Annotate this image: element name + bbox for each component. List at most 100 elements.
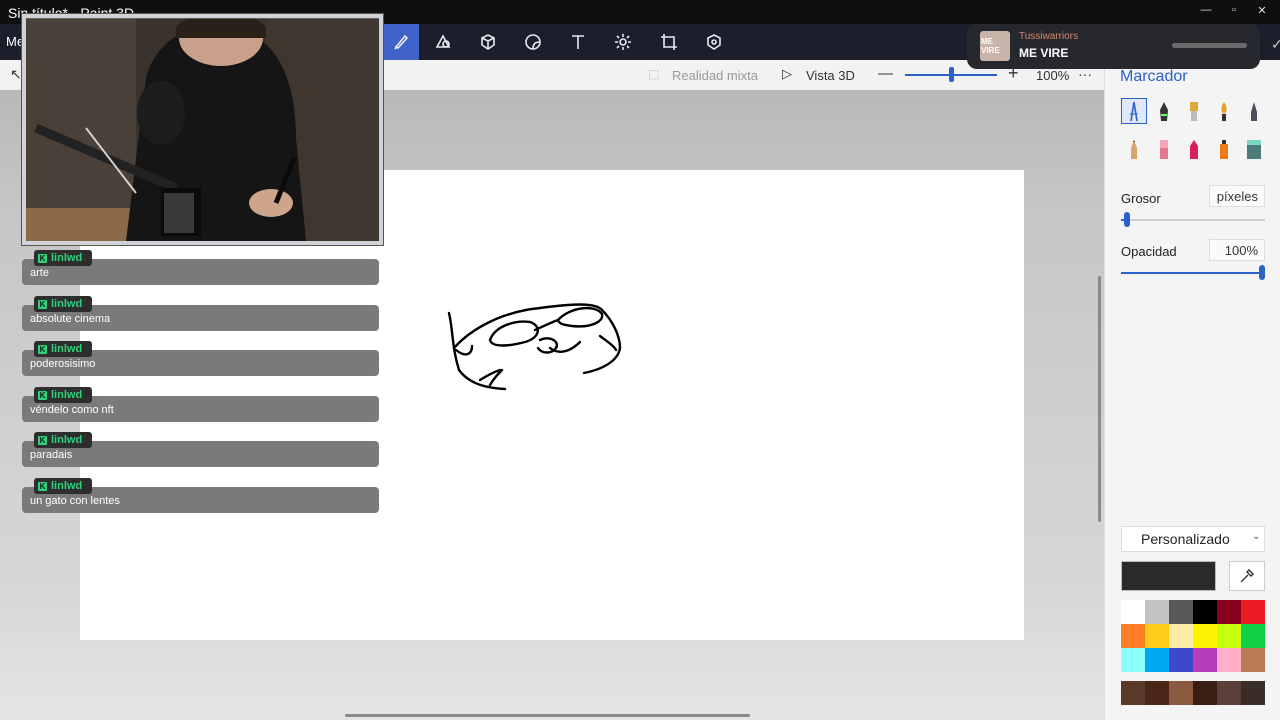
kick-icon: K bbox=[38, 345, 47, 355]
color-mode-dropdown[interactable]: Personalizado ⌄ bbox=[1121, 526, 1265, 552]
palette-swatch[interactable] bbox=[1169, 624, 1193, 648]
eraser-tool[interactable] bbox=[1151, 136, 1177, 162]
thickness-label: Grosor bbox=[1121, 191, 1161, 206]
palette-swatch[interactable] bbox=[1241, 600, 1265, 624]
close-icon[interactable]: ✕ bbox=[1252, 4, 1272, 18]
shapes-3d-tool[interactable] bbox=[470, 24, 506, 60]
mixed-reality-icon: ⬚ bbox=[648, 67, 660, 81]
palette-swatch[interactable] bbox=[1145, 624, 1169, 648]
chat-username: linlwd bbox=[51, 480, 83, 492]
now-playing-overlay: ME VIRE Tussiwarriors ME VIRE ✓ bbox=[967, 24, 1280, 69]
palette-swatch[interactable] bbox=[1193, 624, 1217, 648]
opacity-input[interactable]: 100% bbox=[1209, 239, 1265, 261]
palette-swatch[interactable] bbox=[1145, 600, 1169, 624]
spray-can-icon bbox=[1220, 140, 1228, 159]
kick-icon: K bbox=[38, 254, 47, 263]
thickness-slider-thumb[interactable] bbox=[1124, 212, 1130, 227]
effects-tool[interactable] bbox=[605, 24, 641, 60]
custom-color-swatch[interactable] bbox=[1217, 681, 1241, 705]
stickers-icon bbox=[525, 34, 541, 50]
calligraphy-pen-tool[interactable] bbox=[1151, 98, 1177, 124]
palette-swatch[interactable] bbox=[1241, 648, 1265, 672]
webcam-feed bbox=[26, 18, 379, 241]
palette-swatch[interactable] bbox=[1121, 624, 1145, 648]
text-tool[interactable] bbox=[560, 24, 596, 60]
zoom-slider-thumb[interactable] bbox=[949, 67, 954, 82]
mixed-reality-button[interactable]: Realidad mixta bbox=[672, 68, 758, 83]
thickness-input[interactable]: píxeles bbox=[1209, 185, 1265, 207]
checkmark-icon[interactable]: ✓ bbox=[1271, 36, 1280, 53]
oil-brush-tool[interactable] bbox=[1181, 98, 1207, 124]
spray-can-tool[interactable] bbox=[1211, 136, 1237, 162]
fill-tool[interactable] bbox=[1241, 136, 1267, 162]
crop-tool[interactable] bbox=[651, 24, 687, 60]
palette-swatch[interactable] bbox=[1217, 624, 1241, 648]
opacity-slider-fill bbox=[1121, 272, 1265, 274]
shapes-2d-tool[interactable] bbox=[425, 24, 461, 60]
effects-icon bbox=[615, 34, 631, 50]
vertical-scrollbar[interactable] bbox=[1098, 276, 1101, 522]
color-palette bbox=[1121, 600, 1265, 672]
text-icon bbox=[572, 35, 584, 49]
palette-swatch[interactable] bbox=[1193, 600, 1217, 624]
custom-color-swatch[interactable] bbox=[1145, 681, 1169, 705]
track-title: ME VIRE bbox=[1019, 46, 1069, 60]
maximize-icon[interactable]: ▫ bbox=[1224, 4, 1244, 18]
chat-message: un gato con lentes Klinlwd bbox=[22, 478, 379, 514]
chat-overlay: arte Klinlwd absolute cinema Klinlwd poderos… bbox=[0, 0, 379, 513]
palette-swatch[interactable] bbox=[1241, 624, 1265, 648]
stickers-tool[interactable] bbox=[515, 24, 551, 60]
eyedropper-button[interactable] bbox=[1229, 561, 1265, 591]
brush-tool[interactable] bbox=[383, 24, 419, 60]
chat-username: linlwd bbox=[51, 434, 83, 447]
crayon-tool[interactable] bbox=[1181, 136, 1207, 162]
library-3d-tool[interactable] bbox=[696, 24, 732, 60]
watercolor-tool[interactable] bbox=[1211, 98, 1237, 124]
palette-swatch[interactable] bbox=[1121, 648, 1145, 672]
chat-username: linlwd bbox=[51, 252, 83, 264]
palette-swatch[interactable] bbox=[1145, 648, 1169, 672]
opacity-label: Opacidad bbox=[1121, 244, 1177, 259]
calligraphy-pen-icon bbox=[1160, 102, 1168, 121]
album-cover-text: ME VIRE bbox=[981, 37, 1000, 55]
watercolor-icon bbox=[1221, 102, 1227, 121]
minimize-icon[interactable]: — bbox=[1196, 4, 1216, 18]
custom-color-swatch[interactable] bbox=[1169, 681, 1193, 705]
pencil-tool[interactable] bbox=[1121, 136, 1147, 162]
album-cover: ME VIRE bbox=[980, 31, 1010, 61]
pixel-pen-tool[interactable] bbox=[1241, 98, 1267, 124]
thickness-slider[interactable] bbox=[1121, 219, 1265, 221]
custom-color-swatch[interactable] bbox=[1241, 681, 1265, 705]
horizontal-scrollbar[interactable] bbox=[345, 714, 750, 717]
library-3d-icon bbox=[707, 34, 721, 50]
current-color-swatch[interactable] bbox=[1121, 561, 1216, 591]
palette-swatch[interactable] bbox=[1121, 600, 1145, 624]
chat-message: véndelo como nft Klinlwd bbox=[22, 386, 379, 423]
chat-username: linlwd bbox=[51, 343, 83, 356]
brush-panel: Marcador Grosor píxeles Opacidad 100% Pe… bbox=[1104, 60, 1280, 720]
palette-swatch[interactable] bbox=[1169, 600, 1193, 624]
cursor-icon: ↖ bbox=[10, 66, 22, 82]
zoom-out-button[interactable]: — bbox=[878, 65, 893, 82]
pencil-icon bbox=[1131, 140, 1137, 159]
palette-swatch[interactable] bbox=[1217, 600, 1241, 624]
custom-colors bbox=[1121, 681, 1265, 705]
custom-color-swatch[interactable] bbox=[1121, 681, 1145, 705]
shapes-2d-icon bbox=[435, 34, 451, 48]
chat-message: paradais Klinlwd bbox=[22, 432, 379, 468]
kick-icon: K bbox=[38, 436, 47, 446]
custom-color-swatch[interactable] bbox=[1193, 681, 1217, 705]
palette-swatch[interactable] bbox=[1193, 648, 1217, 672]
pixel-pen-icon bbox=[1251, 102, 1257, 121]
fill-icon bbox=[1247, 140, 1261, 159]
view-3d-icon: ▷ bbox=[782, 66, 792, 81]
palette-swatch[interactable] bbox=[1217, 648, 1241, 672]
marker-tool[interactable] bbox=[1121, 98, 1147, 124]
oil-brush-icon bbox=[1190, 102, 1198, 121]
chat-username: linlwd bbox=[51, 297, 83, 310]
opacity-slider-thumb[interactable] bbox=[1259, 265, 1265, 280]
view-3d-button[interactable]: Vista 3D bbox=[806, 68, 855, 83]
panel-title: Marcador bbox=[1120, 68, 1188, 85]
chat-username: linlwd bbox=[51, 388, 83, 401]
palette-swatch[interactable] bbox=[1169, 648, 1193, 672]
